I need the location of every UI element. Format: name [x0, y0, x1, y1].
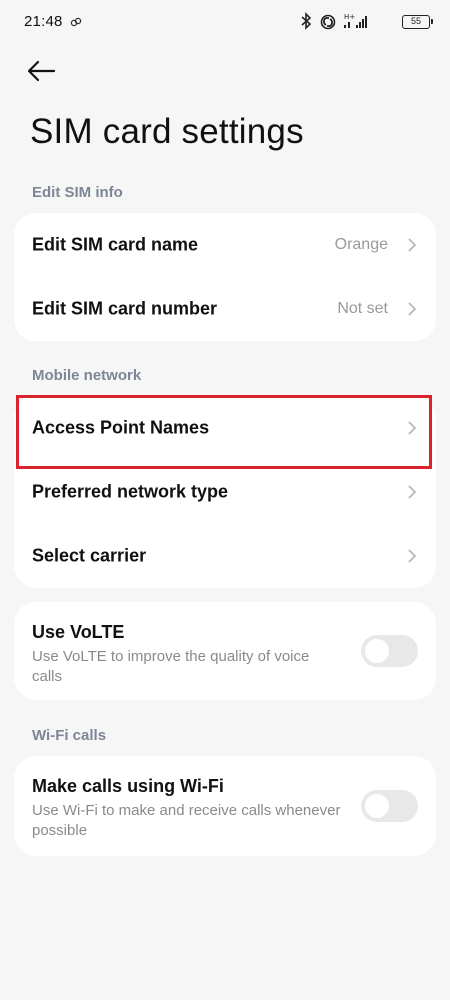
chevron-right-icon — [408, 302, 417, 316]
volte-toggle[interactable] — [361, 635, 418, 667]
page-title: SIM card settings — [30, 112, 304, 151]
select-carrier-item[interactable]: Select carrier — [14, 524, 436, 588]
signal-icon: H+ — [344, 12, 370, 35]
preferred-network-type-item[interactable]: Preferred network type — [14, 460, 436, 524]
arrow-left-icon — [27, 60, 56, 82]
use-volte-item[interactable]: Use VoLTE Use VoLTE to improve the quali… — [14, 602, 436, 700]
volte-card: Use VoLTE Use VoLTE to improve the quali… — [14, 602, 436, 700]
chevron-right-icon — [408, 549, 417, 563]
edit-sim-card-number-item[interactable]: Edit SIM card number Not set — [14, 277, 436, 341]
chevron-right-icon — [408, 485, 417, 499]
back-button[interactable] — [26, 56, 66, 86]
section-header-edit-sim-info: Edit SIM info — [32, 184, 123, 201]
toggle-knob — [365, 794, 389, 818]
row-label: Preferred network type — [32, 481, 229, 502]
toggle-title: Use VoLTE — [32, 622, 125, 642]
hotspot-link-icon — [318, 13, 338, 36]
chevron-right-icon — [408, 421, 417, 435]
battery-icon: 55 — [402, 15, 433, 29]
edit-sim-info-card: Edit SIM card name Orange Edit SIM card … — [14, 213, 436, 341]
row-value: Not set — [337, 300, 388, 317]
status-icons: H+ 55 — [300, 12, 433, 35]
wifi-calls-card: Make calls using Wi-Fi Use Wi-Fi to make… — [14, 756, 436, 856]
toggle-description: Use Wi-Fi to make and receive calls when… — [32, 802, 341, 839]
wifi-calls-toggle[interactable] — [361, 790, 418, 822]
toggle-description: Use VoLTE to improve the quality of voic… — [32, 648, 310, 685]
toggle-knob — [365, 639, 389, 663]
status-time: 21:48 — [24, 13, 63, 30]
access-point-names-item[interactable]: Access Point Names — [14, 396, 436, 460]
status-bar: 21:48 H+ 55 — [0, 0, 450, 44]
section-header-wifi-calls: Wi-Fi calls — [32, 727, 107, 744]
chevron-right-icon — [408, 238, 417, 252]
make-calls-using-wifi-item[interactable]: Make calls using Wi-Fi Use Wi-Fi to make… — [14, 756, 436, 856]
mobile-network-card: Access Point Names Preferred network typ… — [14, 396, 436, 588]
link-icon — [70, 15, 82, 33]
row-label: Edit SIM card number — [32, 298, 218, 319]
toggle-title: Make calls using Wi-Fi — [32, 776, 224, 796]
bluetooth-icon — [300, 12, 312, 35]
row-label: Edit SIM card name — [32, 234, 199, 255]
svg-text:H+: H+ — [344, 13, 355, 21]
row-value: Orange — [334, 236, 388, 253]
row-label: Select carrier — [32, 545, 147, 566]
section-header-mobile-network: Mobile network — [32, 367, 142, 384]
edit-sim-card-name-item[interactable]: Edit SIM card name Orange — [14, 213, 436, 277]
row-label: Access Point Names — [32, 417, 210, 438]
